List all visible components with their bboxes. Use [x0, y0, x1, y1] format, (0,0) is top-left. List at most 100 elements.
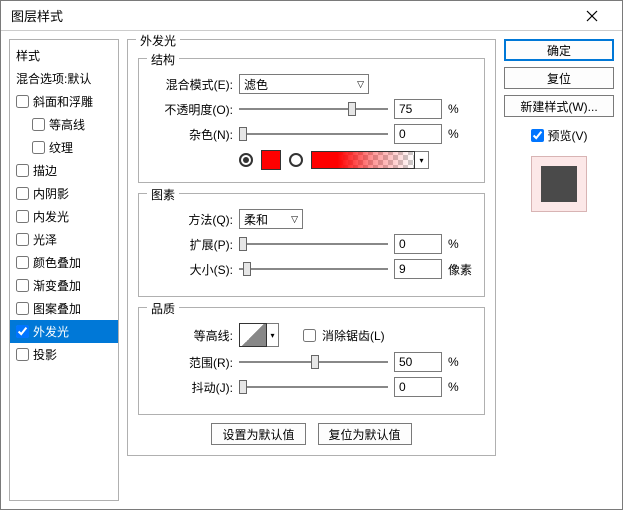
color-overlay-checkbox[interactable]: [16, 256, 29, 269]
jitter-unit: %: [448, 380, 472, 394]
size-slider[interactable]: [239, 261, 388, 277]
content: 样式 混合选项:默认 斜面和浮雕 等高线 纹理 描边 内阴影 内发光 光泽 颜色…: [1, 31, 622, 509]
size-unit: 像素: [448, 261, 472, 278]
right-panel: 确定 复位 新建样式(W)... 预览(V): [504, 39, 614, 501]
chevron-down-icon: ▽: [291, 214, 298, 225]
sidebar-item-label: 斜面和浮雕: [33, 93, 93, 110]
sidebar-item-label: 描边: [33, 162, 57, 179]
window-title: 图层样式: [11, 6, 572, 25]
range-unit: %: [448, 355, 472, 369]
noise-unit: %: [448, 127, 472, 141]
dialog-window: 图层样式 样式 混合选项:默认 斜面和浮雕 等高线 纹理 描边 内阴影 内发光 …: [0, 0, 623, 510]
blend-mode-value: 滤色: [244, 76, 268, 93]
jitter-label: 抖动(J):: [151, 379, 233, 396]
gradient-dropdown[interactable]: ▾: [415, 151, 429, 169]
noise-label: 杂色(N):: [151, 126, 233, 143]
jitter-input[interactable]: 0: [394, 377, 442, 397]
pattern-overlay-checkbox[interactable]: [16, 302, 29, 315]
opacity-input[interactable]: 75: [394, 99, 442, 119]
noise-slider[interactable]: [239, 126, 388, 142]
reset-default-button[interactable]: 复位为默认值: [318, 423, 412, 445]
new-style-button[interactable]: 新建样式(W)...: [504, 95, 614, 117]
spread-unit: %: [448, 237, 472, 251]
range-label: 范围(R):: [151, 354, 233, 371]
chevron-down-icon: ▽: [357, 79, 364, 90]
quality-subgroup: 品质 等高线: ▾ 消除锯齿(L) 范围(R):: [138, 307, 485, 415]
sidebar-item-label: 投影: [33, 346, 57, 363]
contour-dropdown[interactable]: ▾: [267, 323, 279, 347]
sidebar-item-label: 光泽: [33, 231, 57, 248]
close-button[interactable]: [572, 1, 612, 30]
sidebar-item-outer-glow[interactable]: 外发光: [10, 320, 118, 343]
contour-label: 等高线:: [151, 327, 233, 344]
sidebar-item-label: 内阴影: [33, 185, 69, 202]
spread-slider[interactable]: [239, 236, 388, 252]
sidebar-item-color-overlay[interactable]: 颜色叠加: [10, 251, 118, 274]
texture-checkbox[interactable]: [32, 141, 45, 154]
sidebar-item-pattern-overlay[interactable]: 图案叠加: [10, 297, 118, 320]
contour-picker[interactable]: [239, 323, 267, 347]
stroke-checkbox[interactable]: [16, 164, 29, 177]
antialias-checkbox[interactable]: [303, 329, 316, 342]
gradient-picker[interactable]: [311, 151, 415, 169]
opacity-slider[interactable]: [239, 101, 388, 117]
sidebar-item-stroke[interactable]: 描边: [10, 159, 118, 182]
elements-subgroup: 图素 方法(Q): 柔和 ▽ 扩展(P): 0 %: [138, 193, 485, 297]
technique-label: 方法(Q):: [151, 211, 233, 228]
drop-shadow-checkbox[interactable]: [16, 348, 29, 361]
range-input[interactable]: 50: [394, 352, 442, 372]
sidebar-item-texture[interactable]: 纹理: [10, 136, 118, 159]
gradient-overlay-checkbox[interactable]: [16, 279, 29, 292]
outer-glow-group: 外发光 结构 混合模式(E): 滤色 ▽ 不透明度(O): 75: [127, 39, 496, 456]
gradient-radio[interactable]: [289, 153, 303, 167]
structure-subgroup: 结构 混合模式(E): 滤色 ▽ 不透明度(O): 75 %: [138, 58, 485, 183]
technique-value: 柔和: [244, 211, 268, 228]
sidebar-item-bevel[interactable]: 斜面和浮雕: [10, 90, 118, 113]
preview-checkbox[interactable]: [531, 129, 544, 142]
reset-button[interactable]: 复位: [504, 67, 614, 89]
bevel-checkbox[interactable]: [16, 95, 29, 108]
sidebar-item-contour[interactable]: 等高线: [10, 113, 118, 136]
elements-legend: 图素: [147, 186, 179, 203]
sidebar-item-gradient-overlay[interactable]: 渐变叠加: [10, 274, 118, 297]
size-label: 大小(S):: [151, 261, 233, 278]
preview-inner: [541, 166, 577, 202]
range-slider[interactable]: [239, 354, 388, 370]
sidebar-item-inner-glow[interactable]: 内发光: [10, 205, 118, 228]
contour-checkbox[interactable]: [32, 118, 45, 131]
quality-legend: 品质: [147, 300, 179, 317]
technique-select[interactable]: 柔和 ▽: [239, 209, 303, 229]
noise-input[interactable]: 0: [394, 124, 442, 144]
sidebar-item-label: 内发光: [33, 208, 69, 225]
ok-button[interactable]: 确定: [504, 39, 614, 61]
antialias-label: 消除锯齿(L): [322, 327, 385, 344]
solid-color-radio[interactable]: [239, 153, 253, 167]
color-swatch[interactable]: [261, 150, 281, 170]
satin-checkbox[interactable]: [16, 233, 29, 246]
inner-glow-checkbox[interactable]: [16, 210, 29, 223]
titlebar: 图层样式: [1, 1, 622, 31]
sidebar-blend-options[interactable]: 混合选项:默认: [10, 67, 118, 90]
sidebar-item-label: 图案叠加: [33, 300, 81, 317]
sidebar-item-drop-shadow[interactable]: 投影: [10, 343, 118, 366]
spread-label: 扩展(P):: [151, 236, 233, 253]
inner-shadow-checkbox[interactable]: [16, 187, 29, 200]
outer-glow-checkbox[interactable]: [16, 325, 29, 338]
blend-mode-select[interactable]: 滤色 ▽: [239, 74, 369, 94]
spread-input[interactable]: 0: [394, 234, 442, 254]
opacity-unit: %: [448, 102, 472, 116]
preview-box: [531, 156, 587, 212]
sidebar-item-label: 等高线: [49, 116, 85, 133]
size-input[interactable]: 9: [394, 259, 442, 279]
style-sidebar: 样式 混合选项:默认 斜面和浮雕 等高线 纹理 描边 内阴影 内发光 光泽 颜色…: [9, 39, 119, 501]
sidebar-item-label: 颜色叠加: [33, 254, 81, 271]
sidebar-item-inner-shadow[interactable]: 内阴影: [10, 182, 118, 205]
structure-legend: 结构: [147, 51, 179, 68]
preview-label: 预览(V): [548, 127, 588, 144]
sidebar-item-satin[interactable]: 光泽: [10, 228, 118, 251]
settings-panel: 外发光 结构 混合模式(E): 滤色 ▽ 不透明度(O): 75: [127, 39, 496, 501]
opacity-label: 不透明度(O):: [151, 101, 233, 118]
jitter-slider[interactable]: [239, 379, 388, 395]
make-default-button[interactable]: 设置为默认值: [211, 423, 305, 445]
sidebar-item-label: 渐变叠加: [33, 277, 81, 294]
